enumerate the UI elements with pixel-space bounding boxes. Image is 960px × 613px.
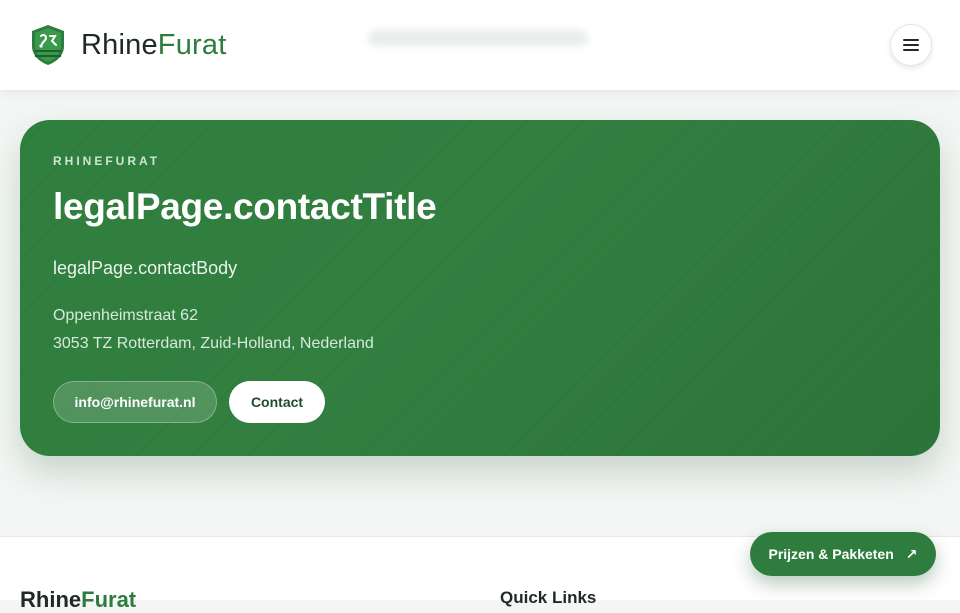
hamburger-menu-icon	[903, 39, 919, 51]
address-line-1: Oppenheimstraat 62	[53, 307, 198, 324]
site-header: RhineFurat	[0, 0, 960, 90]
contact-button[interactable]: Contact	[229, 381, 325, 423]
address-line-2: 3053 TZ Rotterdam, Zuid-Holland, Nederla…	[53, 335, 374, 352]
arrow-up-right-icon: ↗	[905, 545, 918, 562]
brand-name-part2: Furat	[157, 28, 227, 61]
brand-name-part1: Rhine	[81, 28, 158, 61]
home-logo-link[interactable]: RhineFurat	[30, 24, 226, 66]
footer-brand: RhineFurat	[20, 587, 136, 613]
brand-name: RhineFurat	[81, 29, 226, 62]
blurred-nav-placeholder	[368, 30, 588, 46]
hero-body-text: legalPage.contactBody	[53, 258, 238, 278]
page-title: legalPage.contactTitle	[53, 186, 437, 227]
pricing-packages-label: Prijzen & Pakketen	[768, 546, 894, 562]
menu-button[interactable]	[890, 24, 932, 66]
email-button[interactable]: info@rhinefurat.nl	[53, 381, 217, 423]
hero-eyebrow: RHINEFURAT	[53, 154, 161, 168]
pricing-packages-button[interactable]: Prijzen & Pakketen ↗	[750, 532, 936, 576]
contact-hero-card: RHINEFURAT legalPage.contactTitle legalP…	[20, 120, 940, 456]
shield-logo-icon	[32, 25, 64, 65]
quick-links-heading: Quick Links	[500, 588, 597, 607]
